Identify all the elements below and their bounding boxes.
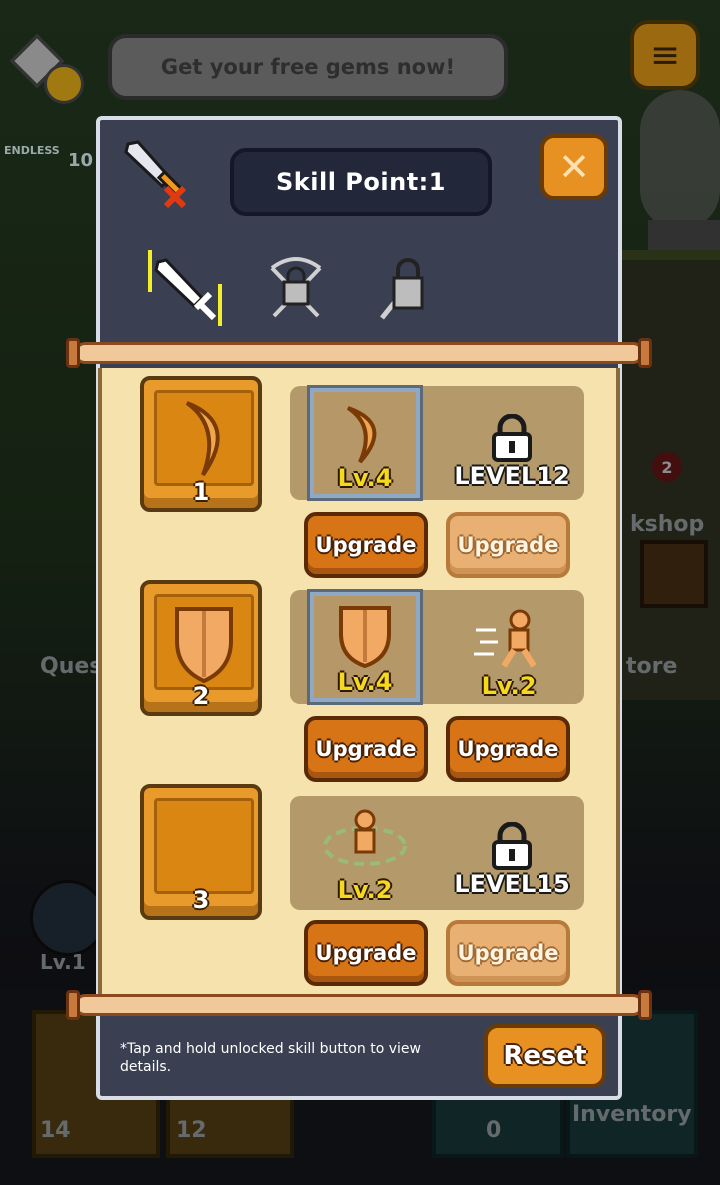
scroll-rod-bottom-left-cap [66,990,80,1020]
endless-mode-label: ENDLESS [4,144,60,157]
menu-button[interactable]: ≡ [630,20,700,90]
skill-locked-level15[interactable]: LEVEL15 [450,796,574,906]
upgrade-button-r1-a[interactable]: Upgrade [304,512,428,578]
skill-point-display: Skill Point:1 [230,148,492,216]
tab-bow[interactable] [256,248,336,328]
shield-icon [339,606,391,668]
staff-lock-icon [380,258,424,320]
free-gems-banner[interactable]: Get your free gems now! [108,34,508,100]
skill-level: Lv.4 [337,668,393,696]
skill-level: Lv.4 [337,464,393,492]
skill-slot-2[interactable]: 2 [140,580,262,716]
slot-3-frame [154,798,254,894]
locked-level-label: LEVEL15 [454,870,570,898]
dash-runner-icon [474,609,537,668]
upgrade-button-r3-a[interactable]: Upgrade [304,920,428,986]
lock-icon [492,822,532,870]
endless-mode-value: 10 [68,150,94,171]
scroll-rod-top-right-cap [638,338,652,368]
tab-magic[interactable] [366,248,446,328]
close-icon: ✕ [558,145,590,189]
upgrade-button-r3-b[interactable]: Upgrade [446,920,570,986]
upgrade-button-r1-b[interactable]: Upgrade [446,512,570,578]
slot-3-number: 3 [192,886,210,914]
slot-1-frame [154,390,254,486]
close-button[interactable]: ✕ [540,134,608,200]
help-note: *Tap and hold unlocked skill button to v… [120,1041,421,1075]
hamburger-icon: ≡ [649,34,681,76]
skill-whirlwind[interactable]: Lv.2 [310,796,420,906]
shield-icon [175,607,233,684]
scroll-rod-top-left-cap [66,338,80,368]
slot-2-frame [154,594,254,690]
tab-sword[interactable] [144,248,224,328]
skill-slot-3[interactable]: 3 [140,784,262,920]
skill-locked-level12[interactable]: LEVEL12 [450,388,574,498]
scroll-rod-bottom-right-cap [638,990,652,1020]
skill-level: Lv.2 [337,876,393,904]
skill-shield[interactable]: Lv.4 [307,589,423,705]
coin-icon [44,64,84,104]
skill-dash[interactable]: Lv.2 [454,592,564,702]
skill-boomerang-slash[interactable]: Lv.4 [307,385,423,501]
sword-tab-icon [148,250,222,326]
upgrade-button-r2-b[interactable]: Upgrade [446,716,570,782]
locked-level-label: LEVEL12 [454,462,570,490]
slot-1-number: 1 [192,478,210,506]
sword-title-icon [118,136,194,212]
whirlwind-icon [323,809,407,866]
boomerang-slash-icon [346,406,377,464]
upgrade-button-r2-a[interactable]: Upgrade [304,716,428,782]
boomerang-slash-icon [185,401,220,477]
skill-slot-1[interactable]: 1 [140,376,262,512]
lock-icon [492,414,532,462]
crossed-bow-lock-icon [270,257,322,318]
scroll-rod-top [74,342,644,364]
scroll-rod-bottom [74,994,644,1016]
slot-2-number: 2 [192,682,210,710]
reset-button[interactable]: Reset [484,1024,606,1088]
skill-level: Lv.2 [481,672,537,700]
